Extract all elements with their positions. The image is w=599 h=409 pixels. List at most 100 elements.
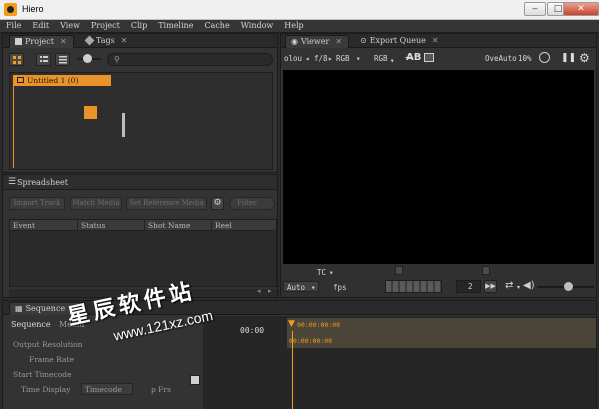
tab-project[interactable]: Project ✕	[9, 35, 74, 48]
detail-list-icon	[40, 56, 48, 62]
ruler-timecode: 00:00:00:00	[289, 337, 333, 345]
menu-help[interactable]: Help	[278, 20, 308, 32]
tag-icon	[84, 35, 95, 46]
match-media-button[interactable]: Match Media	[70, 197, 122, 210]
selected-thumbnail[interactable]	[84, 106, 97, 119]
close-tab-icon[interactable]: ✕	[432, 36, 439, 45]
menu-clip[interactable]: Clip	[125, 20, 152, 32]
window-title: Hiero	[22, 4, 44, 14]
timeline-timecode: 00:00	[240, 326, 265, 335]
wipe-mode-icon[interactable]	[424, 53, 434, 62]
drop-frame-checkbox[interactable]	[190, 375, 200, 385]
viewer-canvas[interactable]	[283, 70, 594, 264]
menu-bar: File Edit View Project Clip Timeline Cac…	[0, 20, 599, 33]
viewer-toolbar: olou ◂ f/8 ▸ RGB ▾ RGB ▾ A̶B OveAuto 10%…	[281, 49, 596, 69]
viewer-panel: ◉ Viewer ✕ ⊙ Export Queue ✕ olou ◂ f/8 ▸ RGB…	[280, 33, 597, 298]
loop-icon[interactable]: ⇄	[505, 280, 513, 291]
menu-edit[interactable]: Edit	[26, 20, 54, 32]
menu-file[interactable]: File	[0, 20, 26, 32]
menu-project[interactable]: Project	[85, 20, 125, 32]
text-cursor-icon	[122, 113, 125, 137]
frame-step-input[interactable]: 2	[456, 280, 481, 293]
zoom-select[interactable]: 10%	[518, 54, 532, 63]
ab-compare-icon[interactable]: A̶B	[406, 52, 421, 63]
menu-view[interactable]: View	[54, 20, 85, 32]
project-bin-view: Untitled 1 (0)	[9, 72, 273, 170]
in-point-marker[interactable]	[395, 266, 403, 275]
display-select[interactable]: RGB	[374, 54, 388, 63]
viewer-settings-gear-icon[interactable]: ⚙	[579, 51, 590, 65]
table-header: Event Status Shot Name Reel	[10, 220, 276, 231]
scroll-right-icon[interactable]: ▸	[268, 287, 272, 295]
project-bin-icon	[17, 77, 24, 83]
timeline-area[interactable]: 00:00 ▼ 00:00:00:00 00:00:00:00	[203, 316, 596, 409]
minimize-button[interactable]: ‒	[524, 2, 546, 16]
panel-menu-icon[interactable]: ☰	[8, 177, 16, 187]
settings-gear-icon[interactable]: ⚙	[211, 197, 224, 210]
bin-item-untitled[interactable]: Untitled 1 (0)	[13, 75, 111, 86]
tab-tags[interactable]: Tags ✕	[81, 35, 133, 48]
frame-rate-label: Frame Rate	[29, 355, 74, 364]
viewer-timebar: TC ▾ Auto ▾ fps 2 ▶▶ ⇄ ▾ ◀)	[281, 264, 596, 297]
volume-handle[interactable]	[564, 282, 573, 291]
eye-icon: ◉	[291, 37, 298, 46]
scroll-left-icon[interactable]: ◂	[257, 287, 261, 295]
channels-select[interactable]: olou	[284, 54, 302, 63]
close-tab-icon[interactable]: ✕	[335, 37, 342, 46]
grid-icon	[13, 56, 21, 64]
spreadsheet-title: Spreadsheet	[17, 178, 68, 187]
column-status[interactable]: Status	[78, 220, 145, 231]
export-icon: ⊙	[360, 36, 367, 45]
title-bar: Hiero ‒ □ ✕	[0, 0, 599, 20]
import-track-button[interactable]: Import Track	[9, 197, 65, 210]
set-reference-media-button[interactable]: Set Reference Media	[126, 197, 207, 210]
playhead-icon[interactable]: ▼	[288, 319, 295, 329]
chevron-down-icon: ▾	[517, 284, 521, 291]
overlay-auto-select[interactable]: OveAuto	[485, 54, 517, 63]
drop-frame-label: p Frs	[151, 385, 171, 394]
list-icon	[59, 56, 67, 64]
slider-handle[interactable]	[83, 54, 92, 63]
project-icon	[15, 38, 22, 45]
hiero-app-icon	[4, 3, 17, 16]
project-tab-strip: Project ✕ Tags ✕	[3, 34, 277, 48]
spreadsheet-header: ☰ Spreadsheet	[3, 175, 277, 190]
tab-viewer[interactable]: ◉ Viewer ✕	[285, 35, 350, 48]
view-list-button[interactable]	[55, 53, 70, 66]
column-reel[interactable]: Reel	[212, 220, 276, 231]
sequence-icon: ▦	[15, 304, 23, 313]
view-icons-button[interactable]	[9, 53, 24, 66]
project-search-input[interactable]: ⚲	[107, 53, 273, 66]
pause-icon[interactable]: ❚❚	[561, 53, 576, 63]
chevron-down-icon: ▾	[311, 283, 316, 292]
search-icon: ⚲	[114, 55, 120, 64]
playhead-line	[292, 331, 293, 409]
fstop-value[interactable]: f/8	[314, 54, 328, 63]
view-details-button[interactable]	[36, 53, 51, 66]
timecode-mode-select[interactable]: TC	[317, 268, 326, 277]
sequence-header-label: Sequence	[11, 320, 51, 329]
chevron-down-icon: ▾	[390, 56, 395, 65]
fps-select[interactable]: Auto ▾	[283, 281, 319, 292]
close-window-button[interactable]: ✕	[563, 2, 599, 16]
spreadsheet-table: Event Status Shot Name Reel	[9, 219, 277, 287]
gain-icon[interactable]	[539, 52, 550, 63]
tab-export-queue[interactable]: ⊙ Export Queue ✕	[355, 35, 445, 48]
play-forward-icon[interactable]: ▶▶	[484, 280, 497, 293]
column-shot-name[interactable]: Shot Name	[145, 220, 212, 231]
close-tab-icon[interactable]: ✕	[60, 37, 67, 46]
chevron-right-icon[interactable]: ▸	[328, 54, 333, 63]
colorspace-select[interactable]: RGB	[336, 54, 350, 63]
menu-timeline[interactable]: Timeline	[152, 20, 198, 32]
menu-window[interactable]: Window	[235, 20, 279, 32]
out-point-marker[interactable]	[482, 266, 490, 275]
bin-tree-line	[13, 86, 14, 168]
fps-label: fps	[333, 283, 347, 292]
close-tab-icon[interactable]: ✕	[121, 36, 128, 45]
volume-icon[interactable]: ◀)	[523, 280, 535, 291]
chevron-left-icon[interactable]: ◂	[305, 54, 310, 63]
time-display-select[interactable]: Timecode	[81, 383, 133, 395]
column-event[interactable]: Event	[10, 220, 78, 231]
menu-cache[interactable]: Cache	[198, 20, 234, 32]
playback-controls[interactable]	[385, 280, 442, 293]
